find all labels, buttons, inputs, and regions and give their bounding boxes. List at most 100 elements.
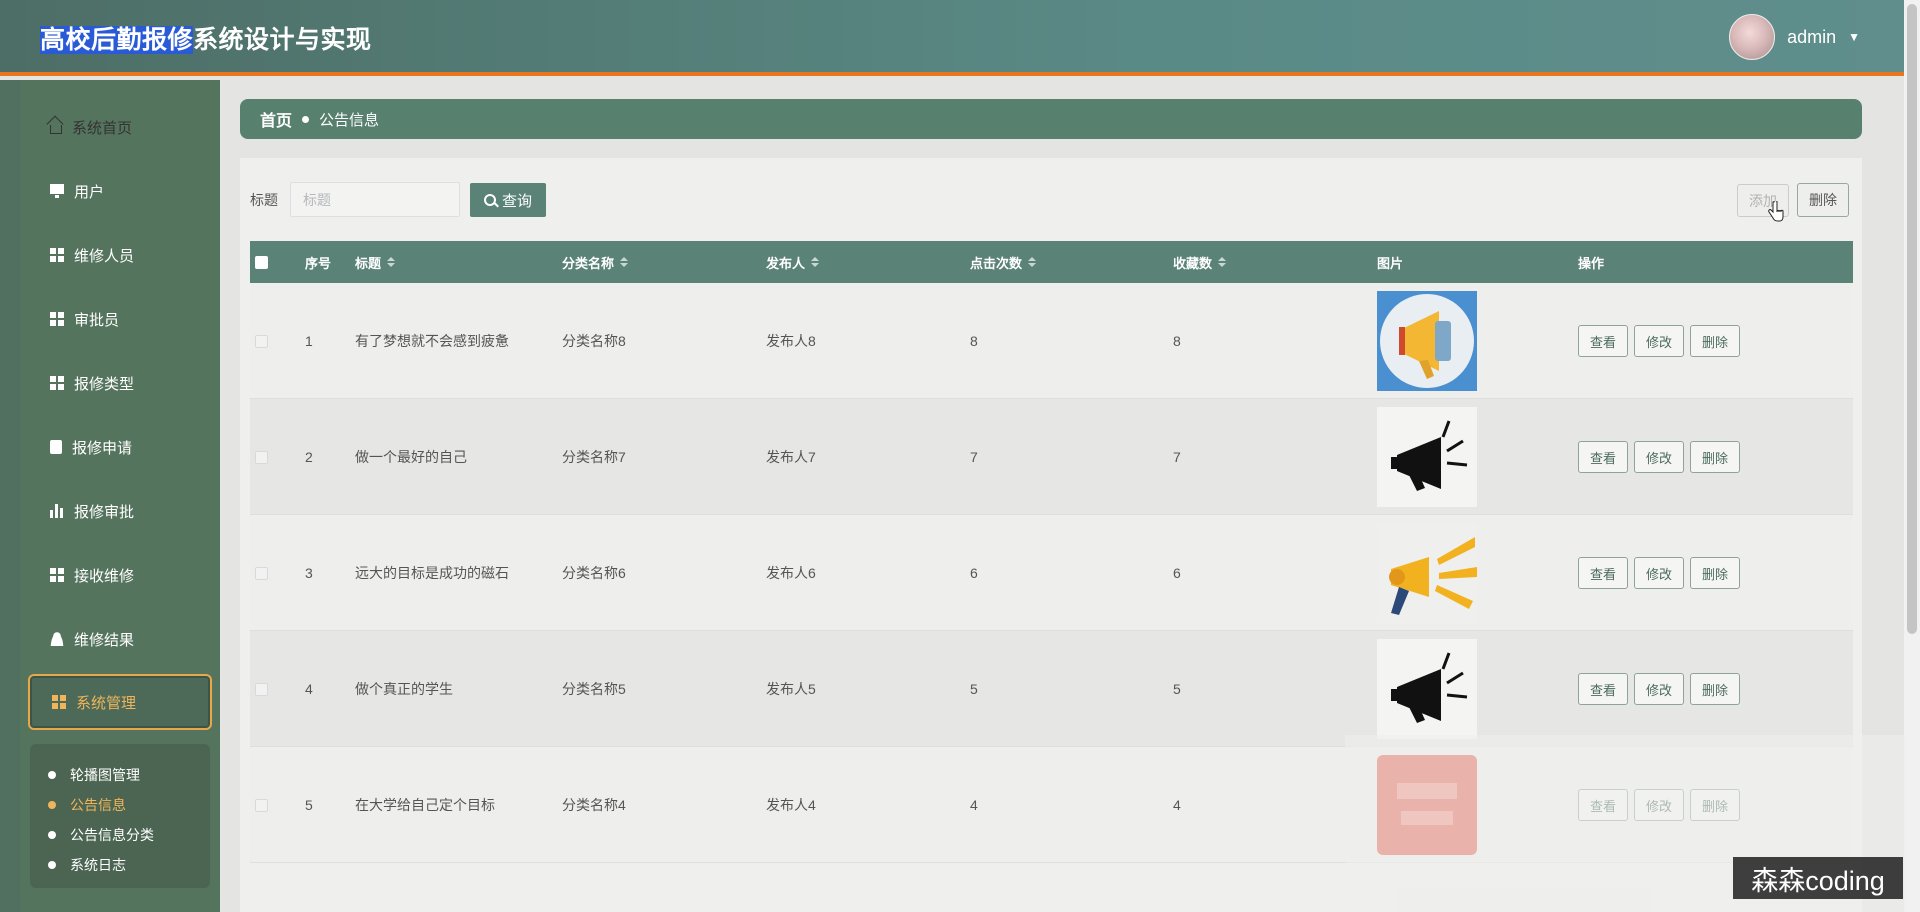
column-header-actions: 操作 — [1578, 255, 1605, 271]
breadcrumb-home[interactable]: 首页 — [260, 107, 292, 131]
cell-index: 5 — [305, 797, 313, 813]
query-button-label: 查询 — [501, 192, 532, 210]
sidebar-item-label: 用户 — [74, 183, 105, 201]
submenu-item-announcements[interactable]: 公告信息 — [30, 790, 210, 820]
table-row: 3 远大的目标是成功的磁石 分类名称6 发布人6 6 6 查看 修改 删除 — [250, 515, 1853, 631]
row-checkbox[interactable] — [255, 747, 268, 863]
cell-actions: 查看修改删除 — [1578, 515, 1746, 631]
sort-icon[interactable] — [620, 257, 629, 267]
delete-button[interactable]: 删除 — [1690, 325, 1740, 357]
sidebar-item-repair-requests[interactable]: 报修申请 — [28, 422, 212, 472]
cell-category: 分类名称8 — [562, 333, 626, 349]
home-icon — [50, 125, 62, 134]
page-scrollbar[interactable] — [1904, 0, 1920, 912]
delete-button[interactable]: 删除 — [1690, 557, 1740, 589]
edit-button[interactable]: 修改 — [1634, 441, 1684, 473]
megaphone-blue-circle-image — [1377, 291, 1477, 391]
cell-category: 分类名称4 — [562, 797, 626, 813]
table-row: 2 做一个最好的自己 分类名称7 发布人7 7 7 查看 修改 删除 — [250, 399, 1853, 515]
view-button[interactable]: 查看 — [1578, 557, 1628, 589]
megaphone-yellow-image — [1377, 523, 1477, 623]
column-header-category[interactable]: 分类名称 — [562, 241, 629, 283]
grid-icon — [50, 568, 64, 582]
column-header-title[interactable]: 标题 — [355, 241, 396, 283]
title-search-input[interactable] — [290, 182, 460, 217]
search-label: 标题 — [250, 192, 278, 208]
submenu-item-announcement-categories[interactable]: 公告信息分类 — [30, 820, 210, 850]
edit-button[interactable]: 修改 — [1634, 557, 1684, 589]
cell-favorites: 6 — [1173, 565, 1181, 581]
cell-category: 分类名称5 — [562, 681, 626, 697]
cell-index: 4 — [305, 681, 313, 697]
cell-title: 做一个最好的自己 — [355, 449, 467, 465]
sidebar-item-receive-repair[interactable]: 接收维修 — [28, 550, 212, 600]
sidebar-item-repair-staff[interactable]: 维修人员 — [28, 230, 212, 280]
column-header-publisher[interactable]: 发布人 — [766, 241, 820, 283]
table-header: 序号 标题 分类名称 发布人 点击次数 收藏数 图片 操作 — [250, 241, 1853, 283]
cell-image — [1377, 515, 1477, 631]
table-row: 1 有了梦想就不会感到疲惫 分类名称8 发布人8 8 8 查看 修改 删除 — [250, 283, 1853, 399]
submenu-item-system-log[interactable]: 系统日志 — [30, 850, 210, 880]
sidebar-item-label: 报修申请 — [72, 439, 133, 457]
cell-index: 2 — [305, 449, 313, 465]
username[interactable]: admin — [1787, 27, 1836, 48]
sidebar-item-approvers[interactable]: 审批员 — [28, 294, 212, 344]
delete-button[interactable]: 删除 — [1690, 441, 1740, 473]
cell-clicks: 5 — [970, 681, 978, 697]
submenu-item-carousel[interactable]: 轮播图管理 — [30, 760, 210, 790]
bar-chart-icon — [50, 504, 64, 518]
sort-icon[interactable] — [811, 257, 820, 267]
sort-icon[interactable] — [1028, 257, 1037, 267]
cell-actions: 查看修改删除 — [1578, 283, 1746, 399]
grid-icon — [52, 695, 66, 709]
bulk-delete-button[interactable]: 删除 — [1797, 183, 1849, 217]
row-checkbox[interactable] — [255, 515, 268, 631]
bullet-icon — [48, 831, 56, 839]
sidebar-item-users[interactable]: 用户 — [28, 166, 212, 216]
column-header-index: 序号 — [305, 255, 332, 271]
submenu-label: 公告信息 — [70, 797, 126, 813]
submenu-label: 系统日志 — [70, 857, 126, 873]
sidebar-item-repair-results[interactable]: 维修结果 — [28, 614, 212, 664]
sort-icon[interactable] — [387, 257, 396, 267]
edit-button[interactable]: 修改 — [1634, 325, 1684, 357]
row-checkbox[interactable] — [255, 631, 268, 747]
monitor-icon — [50, 184, 64, 198]
cell-publisher: 发布人5 — [766, 681, 816, 697]
column-header-clicks[interactable]: 点击次数 — [970, 241, 1037, 283]
caret-down-icon[interactable]: ▼ — [1848, 30, 1860, 44]
view-button[interactable]: 查看 — [1578, 673, 1628, 705]
query-button[interactable]: 查询 — [470, 183, 546, 217]
row-checkbox[interactable] — [255, 399, 268, 515]
sidebar-item-repair-approval[interactable]: 报修审批 — [28, 486, 212, 536]
table-row: 4 做个真正的学生 分类名称5 发布人5 5 5 查看 修改 删除 — [250, 631, 1853, 747]
hand-cursor-icon — [1768, 201, 1784, 222]
select-all-checkbox[interactable] — [255, 241, 268, 283]
watermark: 森森coding — [1733, 857, 1903, 899]
breadcrumb: 首页 公告信息 — [240, 99, 1862, 139]
cell-category: 分类名称7 — [562, 449, 626, 465]
delete-button[interactable]: 删除 — [1690, 673, 1740, 705]
sidebar-item-system-management[interactable]: 系统管理 — [28, 674, 212, 730]
clipboard-icon — [50, 440, 62, 454]
row-checkbox[interactable] — [255, 283, 268, 399]
view-button[interactable]: 查看 — [1578, 441, 1628, 473]
user-menu[interactable]: admin ▼ — [1729, 14, 1860, 60]
megaphone-black-image — [1377, 639, 1477, 739]
scroll-thumb[interactable] — [1907, 4, 1917, 634]
sidebar-item-repair-types[interactable]: 报修类型 — [28, 358, 212, 408]
sort-icon[interactable] — [1218, 257, 1227, 267]
cell-clicks: 8 — [970, 333, 978, 349]
sidebar-item-home[interactable]: 系统首页 — [28, 102, 212, 152]
avatar[interactable] — [1729, 14, 1776, 60]
column-header-favorites[interactable]: 收藏数 — [1173, 241, 1227, 283]
cell-title: 有了梦想就不会感到疲惫 — [355, 333, 509, 349]
sidebar-item-label: 报修类型 — [74, 375, 135, 393]
cell-title: 在大学给自己定个目标 — [355, 797, 495, 813]
grid-icon — [50, 248, 64, 262]
edit-button[interactable]: 修改 — [1634, 673, 1684, 705]
submenu-label: 公告信息分类 — [70, 827, 154, 843]
view-button[interactable]: 查看 — [1578, 325, 1628, 357]
submenu-label: 轮播图管理 — [70, 767, 140, 783]
sidebar-item-label: 报修审批 — [74, 503, 135, 521]
